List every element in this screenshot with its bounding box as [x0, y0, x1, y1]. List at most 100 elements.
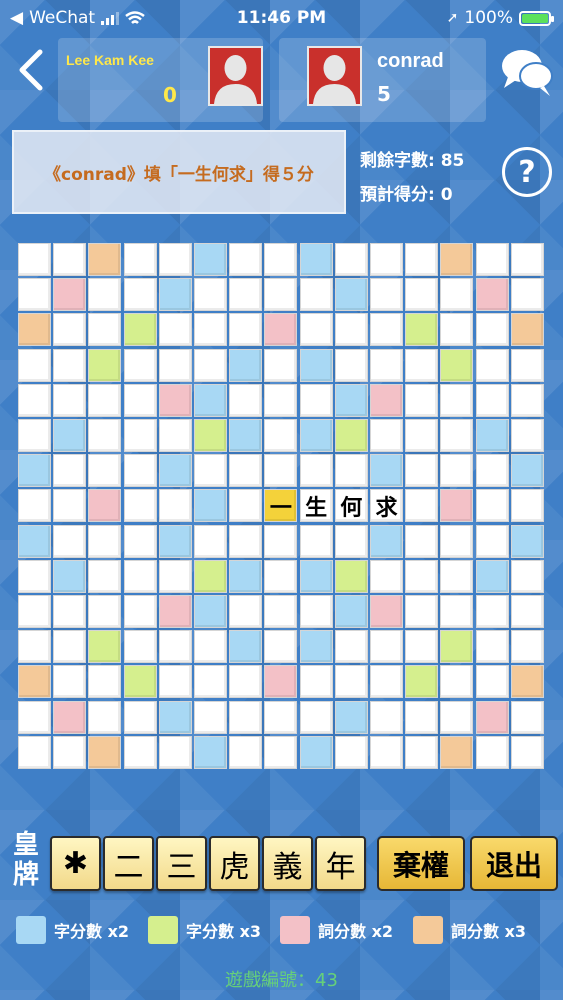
board-cell[interactable] [158, 665, 192, 699]
board-cell-dw[interactable] [158, 383, 192, 417]
board-cell[interactable] [475, 735, 509, 769]
board-cell[interactable] [18, 419, 51, 452]
board-cell[interactable] [405, 489, 439, 523]
board-cell[interactable] [405, 419, 439, 452]
board-cell[interactable] [229, 313, 263, 347]
board-cell-tw[interactable] [510, 313, 544, 347]
board-cell-dl[interactable] [334, 383, 368, 417]
board-cell[interactable] [229, 278, 263, 312]
board-cell[interactable] [229, 524, 263, 558]
rack-tile[interactable]: 二 [103, 836, 154, 891]
board-cell-dw[interactable] [264, 313, 298, 347]
board-cell[interactable] [88, 454, 122, 488]
board-cell[interactable] [299, 524, 333, 558]
board-cell[interactable] [264, 559, 298, 593]
board-cell-dl[interactable] [299, 419, 333, 452]
board-cell[interactable] [123, 419, 157, 452]
board-cell-dl[interactable] [475, 559, 509, 593]
board-cell-tw[interactable] [440, 735, 474, 769]
board-cell[interactable] [264, 419, 298, 452]
board-cell-dl[interactable] [53, 419, 87, 452]
board-cell[interactable] [229, 383, 263, 417]
board-cell[interactable] [158, 243, 192, 276]
board-cell-dl[interactable] [510, 454, 544, 488]
board-cell[interactable] [264, 595, 298, 628]
board-cell-tw[interactable] [88, 735, 122, 769]
board-cell-dl[interactable] [299, 735, 333, 769]
board-cell[interactable] [370, 700, 403, 734]
board-cell[interactable] [229, 454, 263, 488]
board-cell[interactable] [88, 524, 122, 558]
board-cell[interactable] [264, 454, 298, 488]
board-cell[interactable] [123, 595, 157, 628]
board-cell[interactable] [405, 243, 439, 276]
board-cell-dl[interactable] [370, 454, 403, 488]
board-cell[interactable] [405, 348, 439, 382]
board-cell[interactable] [158, 419, 192, 452]
board-cell[interactable] [370, 559, 403, 593]
board-cell[interactable] [475, 524, 509, 558]
board-cell-dl[interactable] [334, 595, 368, 628]
board-cell[interactable] [440, 524, 474, 558]
board-cell[interactable] [475, 665, 509, 699]
board-cell[interactable] [53, 630, 87, 664]
board-cell[interactable] [53, 524, 87, 558]
board-cell[interactable] [123, 524, 157, 558]
board-cell-dw[interactable] [370, 383, 403, 417]
board-cell-dl[interactable] [18, 454, 51, 488]
board-cell[interactable] [405, 278, 439, 312]
board-cell[interactable] [405, 630, 439, 664]
board-cell-tl[interactable] [194, 419, 227, 452]
board-cell-dl[interactable] [194, 489, 227, 523]
board-cell-dw[interactable] [370, 595, 403, 628]
board-cell[interactable] [123, 454, 157, 488]
board-cell[interactable] [475, 454, 509, 488]
board-cell[interactable] [475, 630, 509, 664]
board-cell[interactable] [370, 630, 403, 664]
board-cell[interactable] [440, 419, 474, 452]
board-tile[interactable]: 一 [264, 489, 298, 523]
board-cell[interactable] [88, 278, 122, 312]
board-cell-tw[interactable] [18, 665, 51, 699]
board-cell-dl[interactable] [334, 700, 368, 734]
board-cell[interactable] [53, 348, 87, 382]
board-cell-dl[interactable] [194, 595, 227, 628]
board-cell-tl[interactable] [123, 313, 157, 347]
chat-bubbles-icon[interactable] [498, 44, 556, 100]
board-cell[interactable] [229, 243, 263, 276]
rack-tile[interactable]: 三 [156, 836, 207, 891]
board-cell-tw[interactable] [440, 243, 474, 276]
board-cell[interactable] [194, 313, 227, 347]
back-chevron-icon[interactable] [14, 48, 50, 92]
board-cell[interactable] [334, 630, 368, 664]
board-cell[interactable] [194, 278, 227, 312]
board-cell-tw[interactable] [18, 313, 51, 347]
board-cell[interactable] [440, 665, 474, 699]
board-cell[interactable] [194, 700, 227, 734]
board-cell-tw[interactable] [510, 665, 544, 699]
board-cell[interactable] [334, 243, 368, 276]
board-cell[interactable] [18, 383, 51, 417]
board-cell[interactable] [299, 383, 333, 417]
board-cell[interactable] [370, 348, 403, 382]
board-cell-tl[interactable] [334, 419, 368, 452]
board-cell[interactable] [264, 700, 298, 734]
board-cell[interactable] [440, 454, 474, 488]
board-cell-dw[interactable] [440, 489, 474, 523]
board-cell-dw[interactable] [475, 278, 509, 312]
board-cell[interactable] [475, 348, 509, 382]
board-cell-dl[interactable] [18, 524, 51, 558]
board-cell[interactable] [510, 595, 544, 628]
board-cell[interactable] [88, 665, 122, 699]
board-cell[interactable] [440, 313, 474, 347]
board-cell[interactable] [264, 630, 298, 664]
board-cell[interactable] [158, 630, 192, 664]
board-cell-dl[interactable] [299, 630, 333, 664]
board-tile[interactable]: 何 [334, 489, 368, 523]
board-cell[interactable] [88, 595, 122, 628]
board-cell-dl[interactable] [158, 700, 192, 734]
board-cell-dw[interactable] [53, 700, 87, 734]
board-cell-dl[interactable] [194, 383, 227, 417]
pass-button[interactable]: 棄權 [377, 836, 465, 891]
board-cell-dl[interactable] [194, 735, 227, 769]
